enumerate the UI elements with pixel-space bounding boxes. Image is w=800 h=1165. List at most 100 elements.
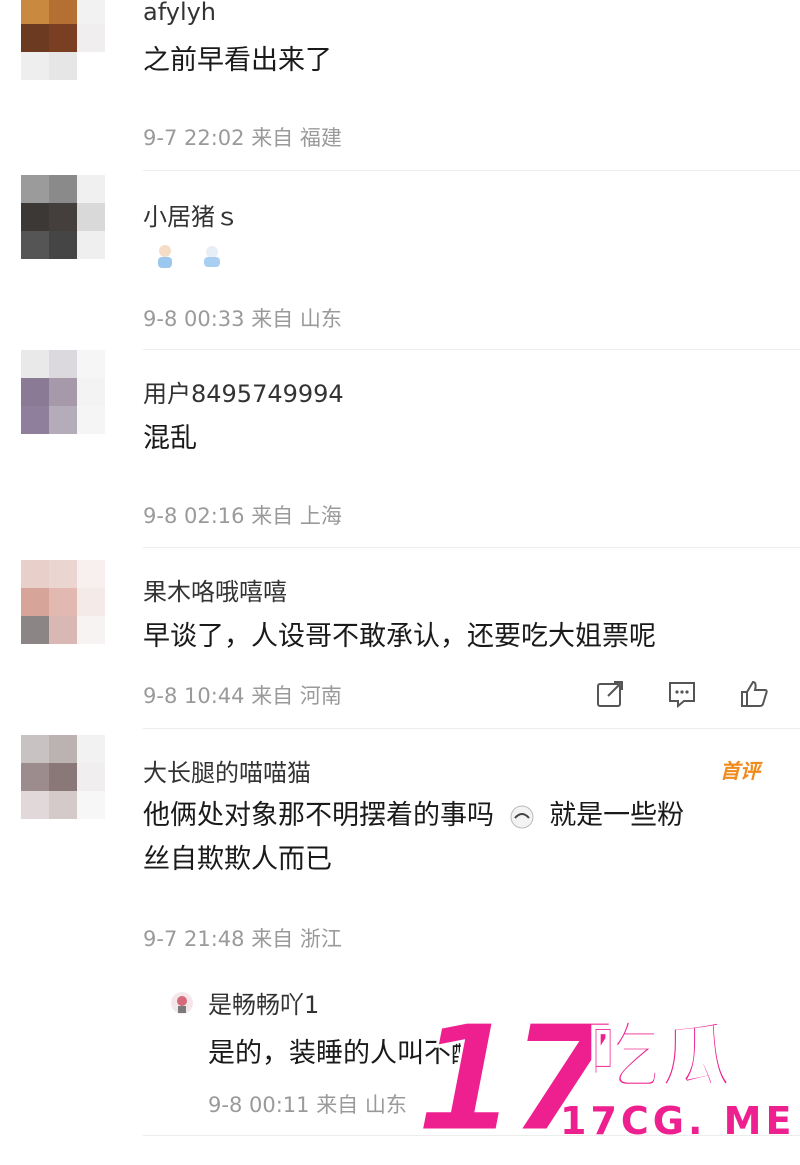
avatar-pixel	[21, 24, 49, 52]
share-icon[interactable]	[594, 678, 626, 710]
watermark-text: 吃瓜	[587, 1014, 733, 1098]
comment-from-label: 来自	[251, 684, 294, 708]
avatar-pixel	[77, 560, 105, 588]
avatar-pixel	[49, 52, 77, 80]
avatar-pixel	[77, 588, 105, 616]
avatar-pixel	[21, 406, 49, 434]
comment-username[interactable]: afylyh	[143, 0, 216, 26]
avatar-pixel	[49, 175, 77, 203]
avatar-pixel	[77, 735, 105, 763]
avatar-pixel	[21, 791, 49, 819]
avatar-pixel	[77, 175, 105, 203]
baby-emoji-icon	[158, 245, 172, 268]
watermark-url: 17CG. ME	[560, 1099, 796, 1143]
avatar-pixel	[77, 52, 105, 80]
avatar[interactable]	[21, 350, 105, 434]
avatar[interactable]	[21, 0, 105, 80]
avatar-pixel	[77, 231, 105, 259]
avatar-pixel	[77, 763, 105, 791]
comment-time: 9-8 00:33	[143, 307, 245, 331]
comment-username[interactable]: 小居猪ｓ	[143, 197, 239, 232]
comment-username[interactable]: 大长腿的喵喵猫	[143, 753, 311, 788]
avatar-pixel	[49, 231, 77, 259]
comment-meta: 9-7 21:48 来自 浙江	[143, 923, 342, 953]
avatar-pixel	[49, 791, 77, 819]
baby-emoji-icon	[204, 246, 221, 267]
like-icon[interactable]	[738, 678, 770, 710]
avatar-pixel	[77, 0, 105, 24]
comment-time: 9-7 22:02	[143, 126, 245, 150]
avatar-pixel	[21, 735, 49, 763]
comment-meta: 9-8 00:33 来自 山东	[143, 303, 342, 333]
comment-location: 浙江	[299, 927, 342, 951]
comment-text-line: 他俩处对象那不明摆着的事吗	[143, 800, 494, 831]
comment-location: 福建	[299, 126, 342, 150]
divider	[143, 349, 800, 350]
avatar-pixel	[49, 24, 77, 52]
comment-text: 丝自欺欺人而已	[143, 844, 332, 875]
avatar-pixel	[21, 0, 49, 24]
reply-from-label: 来自	[316, 1093, 359, 1117]
comment-text: 混乱	[143, 423, 197, 454]
avatar-pixel	[49, 378, 77, 406]
comment-from-label: 来自	[251, 307, 294, 331]
reply-meta: 9-8 00:11 来自 山东	[208, 1089, 407, 1119]
reply-time: 9-8 00:11	[208, 1093, 310, 1117]
avatar-pixel	[21, 350, 49, 378]
reply-location: 山东	[364, 1093, 407, 1117]
avatar-pixel	[77, 791, 105, 819]
comment-from-label: 来自	[251, 927, 294, 951]
avatar-pixel	[21, 588, 49, 616]
comment-from-label: 来自	[251, 126, 294, 150]
reply-avatar[interactable]	[170, 991, 194, 1015]
reply-username[interactable]: 是畅畅吖1	[208, 985, 319, 1020]
avatar-pixel	[49, 616, 77, 644]
comment-emoji-row	[152, 243, 225, 269]
avatar-pixel	[49, 588, 77, 616]
comment-icon[interactable]	[666, 678, 698, 710]
comment-time: 9-8 10:44	[143, 684, 245, 708]
avatar-pixel	[49, 350, 77, 378]
first-comment-badge: 首评	[720, 759, 760, 783]
avatar-pixel	[21, 203, 49, 231]
avatar[interactable]	[21, 735, 105, 819]
avatar-pixel	[49, 406, 77, 434]
avatar-pixel	[21, 52, 49, 80]
comment-from-label: 来自	[251, 504, 294, 528]
avatar-pixel	[21, 763, 49, 791]
avatar[interactable]	[21, 175, 105, 259]
avatar-pixel	[49, 560, 77, 588]
divider	[143, 170, 800, 171]
avatar-pixel	[77, 406, 105, 434]
avatar-pixel	[77, 203, 105, 231]
avatar-pixel	[49, 0, 77, 24]
divider	[143, 728, 800, 729]
comment-meta: 9-7 22:02 来自 福建	[143, 122, 342, 152]
avatar-pixel	[21, 616, 49, 644]
comment-text: 他俩处对象那不明摆着的事吗 就是一些粉	[143, 795, 684, 837]
avatar-pixel	[49, 203, 77, 231]
avatar-pixel	[21, 175, 49, 203]
comment-username[interactable]: 果木咯哦嘻嘻	[143, 572, 287, 607]
comment-meta: 9-8 02:16 来自 上海	[143, 500, 342, 530]
avatar-pixel	[77, 616, 105, 644]
comment-location: 上海	[299, 504, 342, 528]
avatar-pixel	[49, 763, 77, 791]
avatar-pixel	[77, 24, 105, 52]
comment-location: 山东	[299, 307, 342, 331]
avatar-pixel	[21, 231, 49, 259]
divider	[143, 547, 800, 548]
comment-text: 之前早看出来了	[143, 45, 332, 76]
avatar-pixel	[77, 350, 105, 378]
comment-text-line: 就是一些粉	[549, 800, 685, 831]
avatar-pixel	[21, 560, 49, 588]
avatar[interactable]	[21, 560, 105, 644]
comment-actions	[594, 678, 770, 710]
avatar-pixel	[49, 735, 77, 763]
comment-location: 河南	[299, 684, 342, 708]
comment-text: 早谈了，人设哥不敢承认，还要吃大姐票呢	[143, 621, 656, 652]
comment-time: 9-7 21:48	[143, 927, 245, 951]
avatar-pixel	[77, 378, 105, 406]
comment-username[interactable]: 用户8495749994	[143, 374, 344, 409]
eye-roll-emoji-icon	[510, 805, 534, 828]
